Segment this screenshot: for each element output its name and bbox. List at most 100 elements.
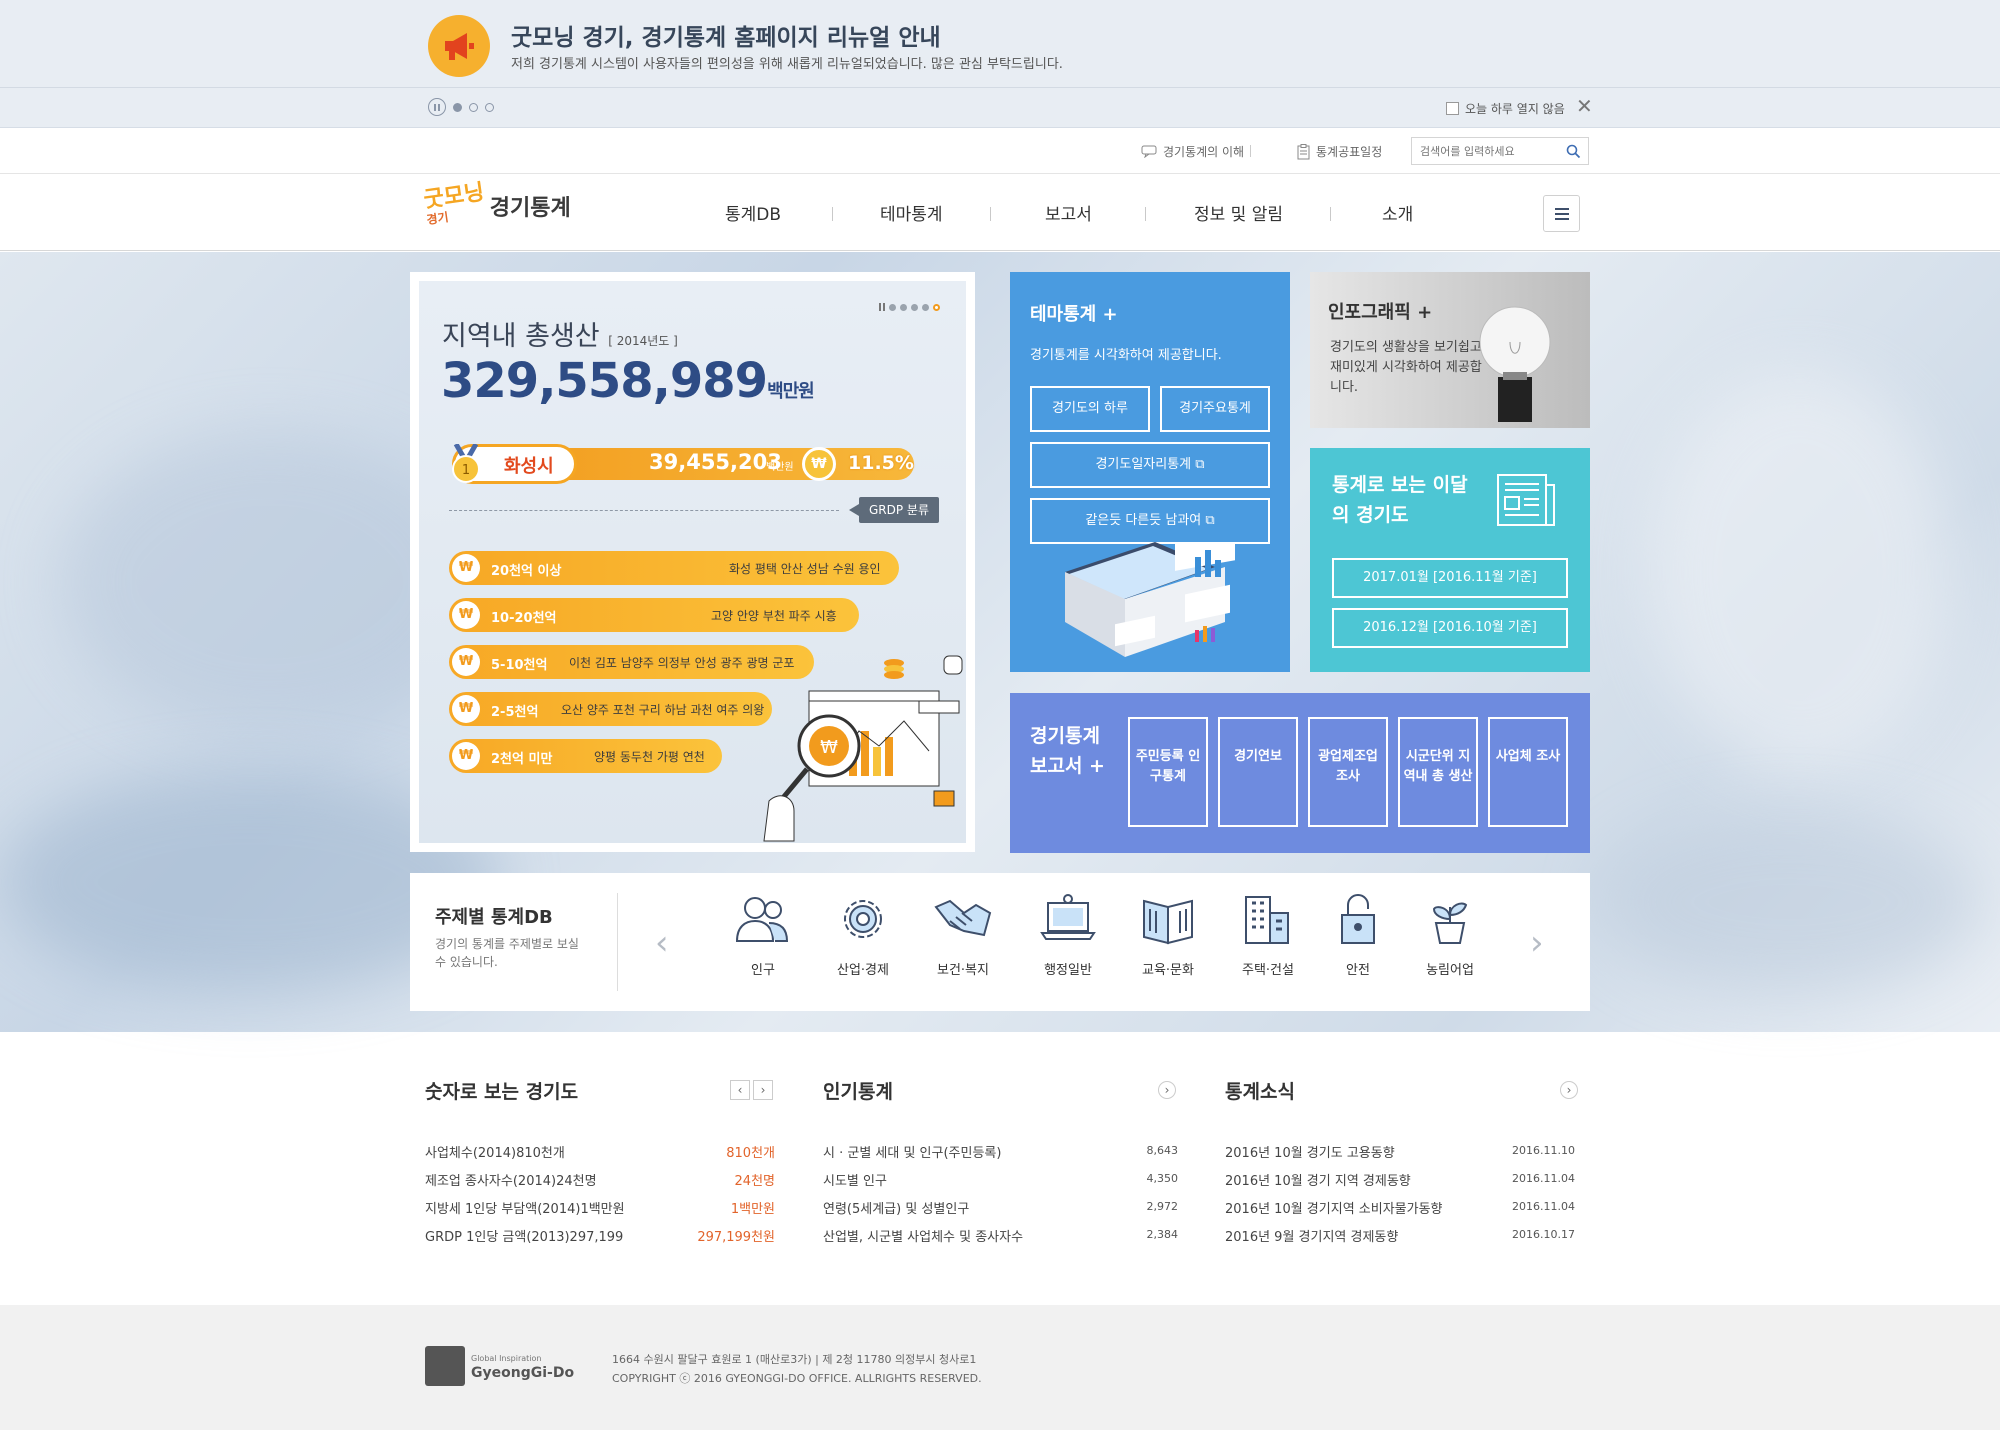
slide-dot[interactable]	[911, 303, 918, 311]
theme-description: 경기통계를 시각화하여 제공합니다.	[1030, 348, 1222, 363]
nav-item-about[interactable]: 소개	[1382, 200, 1413, 225]
list-item[interactable]: 제조업 종사자수(2014)24천명 24천명	[425, 1170, 775, 1198]
infographic-panel[interactable]: 인포그래픽 + 경기도의 생활상을 보기쉽고 재미있게 시각화하여 제공합니다.	[1310, 272, 1590, 428]
no-today-option[interactable]: 오늘 하루 열지 않음	[1446, 100, 1565, 117]
list-item[interactable]: 2016년 10월 경기 지역 경제동향 2016.11.04	[1225, 1170, 1575, 1198]
news-more-button[interactable]: ›	[1560, 1081, 1578, 1099]
grdp-category-tag: GRDP 분류	[849, 497, 939, 523]
subject-item-admin[interactable]: 행정일반	[1028, 893, 1108, 978]
reports-title[interactable]: 경기통계 보고서 +	[1030, 721, 1120, 781]
popular-list: 시 · 군별 세대 및 인구(주민등록) 8,643 시도별 인구 4,350 연령…	[823, 1142, 1178, 1254]
nav-item-reports[interactable]: 보고서	[1045, 200, 1092, 225]
prev-arrow-icon[interactable]: ‹	[655, 923, 669, 963]
grdp-year: [ 2014년도 ]	[608, 334, 678, 348]
report-item[interactable]: 주민등록 인구통계	[1128, 717, 1208, 827]
numbers-next-button[interactable]: ›	[753, 1080, 773, 1100]
logo-text: 경기통계	[489, 196, 571, 221]
list-item[interactable]: 시도별 인구 4,350	[823, 1170, 1178, 1198]
search-box	[1411, 137, 1589, 165]
monthly-item[interactable]: 2016.12월 [2016.10월 기준]	[1332, 608, 1568, 648]
megaphone-icon	[428, 15, 490, 77]
won-coin-icon: ₩	[452, 601, 480, 629]
notice-page-dot[interactable]	[453, 102, 462, 112]
pause-icon[interactable]	[879, 303, 885, 311]
slide-dot-active[interactable]	[933, 303, 940, 311]
list-item[interactable]: 2016년 10월 경기도 고용동향 2016.11.10	[1225, 1142, 1575, 1170]
monthly-panel: 통계로 보는 이달의 경기도 2017.01월 [2016.11월 기준] 20…	[1310, 448, 1590, 672]
about-link[interactable]: 경기통계의 이해	[1141, 143, 1244, 160]
menu-icon[interactable]	[1543, 195, 1580, 232]
nav-item-info[interactable]: 정보 및 알림	[1194, 200, 1283, 225]
tier-item[interactable]: ₩ 2-5천억 오산 양주 포천 구리 하남 과천 여주 의왕	[449, 692, 772, 726]
numbers-title: 숫자로 보는 경기도	[425, 1081, 579, 1103]
subject-item-population[interactable]: 인구	[723, 893, 803, 978]
list-item[interactable]: GRDP 1인당 금액(2013)297,199 297,199천원	[425, 1226, 775, 1254]
site-logo[interactable]: 굿모닝 경기 경기통계	[422, 179, 571, 227]
monthly-title[interactable]: 통계로 보는 이달의 경기도	[1332, 470, 1472, 530]
popular-more-button[interactable]: ›	[1158, 1081, 1176, 1099]
tier-cities: 고양 안양 부천 파주 시흥	[711, 609, 837, 623]
key-stats-button[interactable]: 경기주요통계	[1160, 386, 1270, 432]
gender-stats-button[interactable]: 같은듯 다른듯 남과여 ⧉	[1030, 498, 1270, 544]
monthly-item[interactable]: 2017.01월 [2016.11월 기준]	[1332, 558, 1568, 598]
subject-item-industry[interactable]: 산업·경제	[823, 893, 903, 978]
infographic-title[interactable]: 인포그래픽 +	[1328, 298, 1432, 324]
report-item[interactable]: 광업제조업 조사	[1308, 717, 1388, 827]
list-item[interactable]: 2016년 9월 경기지역 경제동향 2016.10.17	[1225, 1226, 1575, 1254]
notice-page-dot[interactable]	[469, 102, 478, 112]
pause-icon[interactable]	[428, 98, 446, 116]
list-item[interactable]: 지방세 1인당 부담액(2014)1백만원 1백만원	[425, 1198, 775, 1226]
next-arrow-icon[interactable]: ›	[1530, 923, 1544, 963]
notice-page-dot[interactable]	[485, 102, 494, 112]
slide-dot[interactable]	[889, 303, 896, 311]
laptop-icon	[1040, 894, 1096, 940]
notice-pager	[428, 98, 494, 116]
search-icon[interactable]	[1566, 144, 1581, 159]
list-item[interactable]: 연령(5세계급) 및 성별인구 2,972	[823, 1198, 1178, 1226]
subject-item-welfare[interactable]: 보건·복지	[923, 893, 1003, 978]
nav-item-theme[interactable]: 테마통계	[880, 200, 943, 225]
grdp-title: 지역내 총생산 [ 2014년도 ]	[442, 321, 678, 352]
subject-item-housing[interactable]: 주택·건설	[1228, 893, 1308, 978]
numbers-prev-button[interactable]: ‹	[730, 1080, 750, 1100]
report-item[interactable]: 시군단위 지역내 총 생산	[1398, 717, 1478, 827]
no-today-checkbox[interactable]	[1446, 102, 1459, 115]
subject-label: 교육·문화	[1142, 963, 1194, 978]
tier-item[interactable]: ₩ 2천억 미만 양평 동두천 가평 연천	[449, 739, 722, 773]
list-item[interactable]: 2016년 10월 경기지역 소비자물가동향 2016.11.04	[1225, 1198, 1575, 1226]
people-icon	[735, 897, 789, 942]
tier-cities: 양평 동두천 가평 연천	[594, 750, 705, 764]
list-item[interactable]: 사업체수(2014)810천개 810천개	[425, 1142, 775, 1170]
magnifier-chart-illustration: ₩	[763, 655, 963, 842]
nav-item-statdb[interactable]: 통계DB	[725, 200, 781, 225]
slide-dot[interactable]	[900, 303, 907, 311]
subject-item-education[interactable]: 교육·문화	[1128, 893, 1208, 978]
jobs-stats-button[interactable]: 경기도일자리통계 ⧉	[1030, 442, 1270, 488]
report-item[interactable]: 경기연보	[1218, 717, 1298, 827]
report-item[interactable]: 사업체 조사	[1488, 717, 1568, 827]
nav-separator	[990, 207, 991, 221]
rank1-percent: 11.5%	[848, 452, 914, 474]
list-item[interactable]: 산업별, 시군별 사업체수 및 종사자수 2,384	[823, 1226, 1178, 1254]
tier-item[interactable]: ₩ 10-20천억 고양 안양 부천 파주 시흥	[449, 598, 859, 632]
footer-logo-text: GyeongGi-Do	[471, 1365, 575, 1381]
rank1-bar: 1 화성시 39,455,203 백만원 ₩ 11.5%	[444, 444, 924, 484]
subject-item-agriculture[interactable]: 농림어업	[1410, 893, 1490, 978]
gyeonggi-day-button[interactable]: 경기도의 하루	[1030, 386, 1150, 432]
notice-divider	[0, 87, 2000, 88]
list-item[interactable]: 시 · 군별 세대 및 인구(주민등록) 8,643	[823, 1142, 1178, 1170]
tier-item[interactable]: ₩ 20천억 이상 화성 평택 안산 성남 수원 용인	[449, 551, 899, 585]
theme-title[interactable]: 테마통계 +	[1030, 300, 1118, 326]
laptop-illustration	[1065, 542, 1235, 657]
slide-dot[interactable]	[922, 303, 929, 311]
no-today-label: 오늘 하루 열지 않음	[1465, 102, 1565, 116]
reports-panel: 경기통계 보고서 + 주민등록 인구통계 경기연보 광업제조업 조사 시군단위 …	[1010, 693, 1590, 853]
grdp-panel: 지역내 총생산 [ 2014년도 ] 329,558,989백만원 1 화성시 …	[419, 281, 966, 843]
search-input[interactable]	[1412, 138, 1552, 164]
nav-separator	[1145, 207, 1146, 221]
close-icon[interactable]: ✕	[1576, 96, 1593, 116]
schedule-link[interactable]: 통계공표일정	[1297, 143, 1382, 160]
subject-item-safety[interactable]: 안전	[1318, 893, 1398, 978]
handshake-icon	[934, 899, 992, 937]
notice-title[interactable]: 굿모닝 경기, 경기통계 홈페이지 리뉴얼 안내	[511, 18, 941, 52]
